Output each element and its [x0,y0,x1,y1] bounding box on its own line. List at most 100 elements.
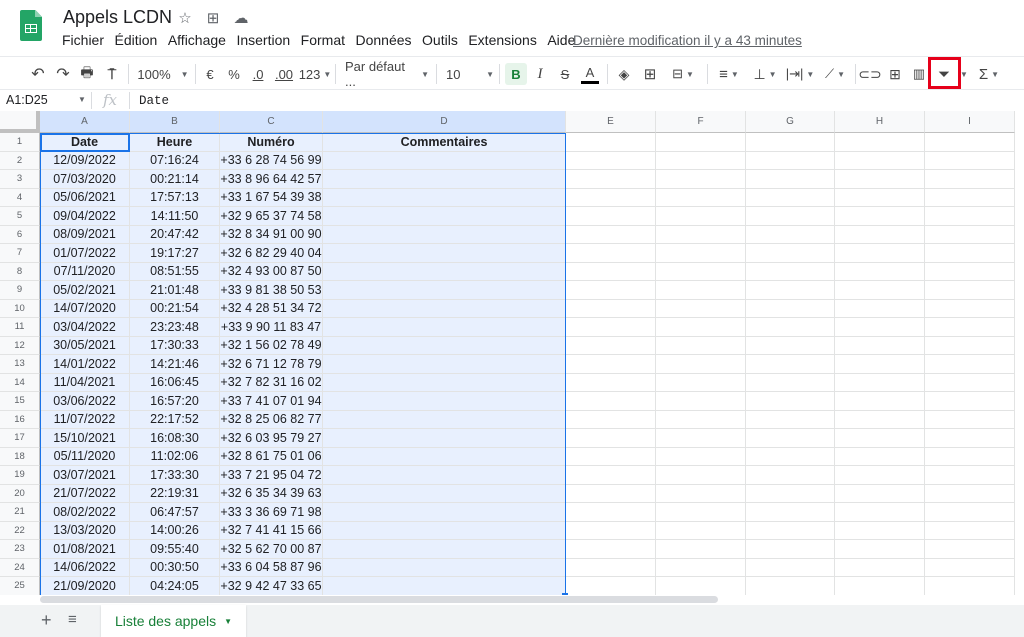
insert-link-icon[interactable]: ⊂⊃ [858,63,881,85]
table-cell[interactable] [925,577,1015,595]
table-cell[interactable] [566,170,656,189]
table-cell[interactable]: 00:30:50 [130,558,220,577]
table-cell[interactable] [323,466,566,485]
table-cell[interactable]: +33 6 28 74 56 99 [220,151,323,170]
table-cell[interactable] [746,521,835,540]
table-cell[interactable]: 05/06/2021 [40,188,130,207]
font-size-select[interactable]: 10 ▼ [446,63,494,85]
table-cell[interactable] [925,355,1015,374]
currency-format-button[interactable]: € [202,63,218,85]
table-cell[interactable]: 30/05/2021 [40,336,130,355]
row-header[interactable]: 13 [0,355,40,374]
menu-insertion[interactable]: Insertion [236,32,290,48]
table-cell[interactable] [835,188,925,207]
table-cell[interactable] [566,410,656,429]
table-cell[interactable] [835,429,925,448]
table-cell[interactable] [925,170,1015,189]
table-cell[interactable] [746,225,835,244]
decrease-decimals-button[interactable]: .0 [249,63,267,85]
star-icon[interactable]: ☆ [176,9,194,27]
table-cell[interactable] [835,540,925,559]
row-header[interactable]: 11 [0,318,40,337]
formula-input[interactable]: Date [139,94,169,108]
table-cell[interactable] [566,133,656,152]
table-cell[interactable] [656,466,746,485]
table-cell[interactable] [566,392,656,411]
font-select[interactable]: Par défaut ... ▼ [345,59,429,89]
table-cell[interactable] [925,558,1015,577]
table-cell[interactable] [925,484,1015,503]
table-cell[interactable] [925,299,1015,318]
table-cell[interactable] [323,373,566,392]
table-cell[interactable] [746,373,835,392]
table-cell[interactable] [746,244,835,263]
row-header[interactable]: 1 [0,133,40,152]
table-cell[interactable]: +32 6 71 12 78 79 [220,355,323,374]
table-cell[interactable]: +32 8 34 91 00 90 [220,225,323,244]
table-cell[interactable] [656,151,746,170]
table-cell[interactable]: 14/06/2022 [40,558,130,577]
table-cell[interactable] [835,207,925,226]
table-cell[interactable] [746,466,835,485]
text-wrapping-icon[interactable]: |⇥| ▼ [785,63,815,85]
table-cell[interactable]: +33 8 96 64 42 57 [220,170,323,189]
table-cell[interactable] [656,577,746,595]
row-header[interactable]: 3 [0,170,40,189]
table-cell[interactable]: 14/01/2022 [40,355,130,374]
row-header[interactable]: 5 [0,207,40,226]
table-cell[interactable]: 07:16:24 [130,151,220,170]
cloud-status-icon[interactable]: ☁ [232,9,250,27]
table-cell[interactable] [656,540,746,559]
table-cell[interactable] [746,318,835,337]
table-cell[interactable] [835,318,925,337]
text-rotation-icon[interactable]: ⟋ ▼ [820,63,850,85]
table-cell[interactable] [323,540,566,559]
row-header[interactable]: 15 [0,392,40,411]
sheet-tab-active[interactable]: Liste des appels ▼ [101,605,246,637]
table-cell[interactable] [746,336,835,355]
table-cell[interactable]: 20:47:42 [130,225,220,244]
table-cell[interactable] [566,299,656,318]
table-cell[interactable]: +32 5 62 70 00 87 [220,540,323,559]
table-cell[interactable]: +33 9 90 11 83 47 [220,318,323,337]
table-cell[interactable]: +32 1 56 02 78 49 [220,336,323,355]
row-header[interactable]: 20 [0,484,40,503]
redo-icon[interactable]: ↷ [54,63,72,85]
document-title[interactable]: Appels LCDN [63,7,172,28]
table-cell[interactable] [835,392,925,411]
table-cell[interactable] [566,429,656,448]
table-cell[interactable]: 08:51:55 [130,262,220,281]
table-cell[interactable] [925,392,1015,411]
table-cell[interactable]: +32 4 28 51 34 72 [220,299,323,318]
table-cell[interactable] [566,336,656,355]
spreadsheet-grid[interactable]: A B C D E F G H I 1 Date Heure Numéro Commentaires 2 12… [0,111,1024,595]
print-icon[interactable]: 🖶 [78,63,96,85]
row-header[interactable]: 9 [0,281,40,300]
table-cell[interactable]: 00:21:54 [130,299,220,318]
table-cell[interactable] [835,336,925,355]
table-cell[interactable] [835,577,925,595]
table-cell[interactable]: 11/07/2022 [40,410,130,429]
table-cell[interactable] [656,558,746,577]
table-cell[interactable] [746,188,835,207]
table-cell[interactable]: +33 1 67 54 39 38 [220,188,323,207]
table-cell[interactable]: 12/09/2022 [40,151,130,170]
table-cell[interactable]: +33 7 21 95 04 72 [220,466,323,485]
table-cell[interactable] [323,225,566,244]
table-cell[interactable] [656,410,746,429]
table-cell[interactable] [746,410,835,429]
table-cell[interactable] [656,336,746,355]
table-cell[interactable] [925,373,1015,392]
google-sheets-logo-icon[interactable] [20,10,42,41]
row-header[interactable]: 8 [0,262,40,281]
row-header[interactable]: 25 [0,577,40,595]
table-cell[interactable]: 16:06:45 [130,373,220,392]
table-cell[interactable]: 03/07/2021 [40,466,130,485]
table-cell[interactable]: 09:55:40 [130,540,220,559]
column-header-d[interactable]: D [323,111,566,133]
table-cell[interactable]: 19:17:27 [130,244,220,263]
table-cell[interactable] [323,521,566,540]
row-header[interactable]: 4 [0,188,40,207]
column-header-e[interactable]: E [566,111,656,133]
table-cell[interactable] [566,244,656,263]
